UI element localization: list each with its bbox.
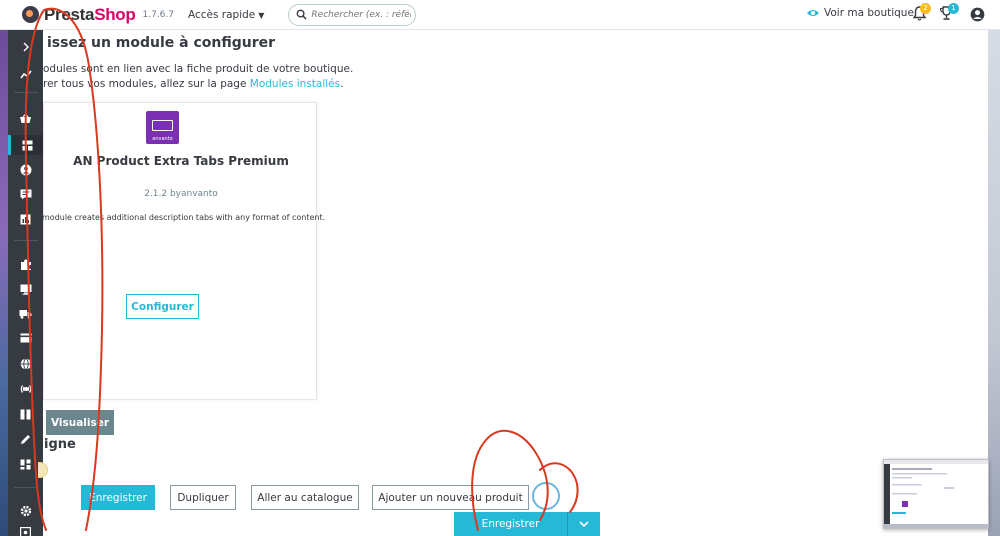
main-content: issez un module à configurer odules sont… bbox=[38, 30, 988, 536]
module-logo-text: anvanto bbox=[152, 136, 173, 142]
module-window-icon bbox=[152, 120, 173, 131]
sidebar-divider bbox=[14, 487, 38, 488]
quick-access-menu[interactable]: Accès rapide ▼ bbox=[188, 9, 264, 21]
version-label: 1.7.6.7 bbox=[142, 9, 174, 20]
sidebar-divider bbox=[14, 92, 38, 93]
logout-icon[interactable] bbox=[8, 522, 43, 536]
shop-parameters-icon[interactable] bbox=[8, 379, 43, 399]
customer-service-icon[interactable] bbox=[8, 184, 43, 204]
top-header: PrestaShop 1.7.6.7 Accès rapide▼ Voir ma… bbox=[0, 0, 1000, 30]
logo-text: PrestaShop bbox=[44, 4, 136, 24]
expand-icon[interactable] bbox=[8, 37, 43, 57]
section-heading: igne bbox=[44, 437, 76, 452]
catalog-icon[interactable] bbox=[8, 135, 43, 155]
notifications-badge: 2 bbox=[920, 3, 931, 14]
orders-button[interactable]: 1 bbox=[939, 3, 959, 25]
orders-basket-icon[interactable] bbox=[8, 108, 43, 128]
chevron-down-icon bbox=[579, 520, 589, 527]
advanced-parameters-icon[interactable] bbox=[8, 404, 43, 424]
page-title: issez un module à configurer bbox=[47, 35, 276, 51]
duplicate-button[interactable]: Dupliquer bbox=[170, 485, 236, 510]
notifications-button[interactable]: 2 bbox=[912, 3, 931, 25]
prestashop-bird-icon bbox=[22, 6, 39, 23]
module-logo: anvanto bbox=[146, 111, 179, 144]
caret-down-icon: ▼ bbox=[258, 10, 265, 20]
save-options-dropdown[interactable] bbox=[567, 512, 600, 536]
thumbnail-preview-image bbox=[884, 460, 988, 528]
sidebar bbox=[8, 30, 43, 536]
go-to-catalog-button[interactable]: Aller au catalogue bbox=[251, 485, 359, 510]
desktop-background-right bbox=[988, 30, 1000, 536]
save-button[interactable]: Enregistrer bbox=[81, 485, 155, 510]
search-icon bbox=[297, 9, 308, 20]
module-description: module creates additional description ta… bbox=[42, 213, 326, 222]
desktop-background-left bbox=[0, 30, 8, 536]
payment-card-icon[interactable] bbox=[8, 328, 43, 348]
module-name: AN Product Extra Tabs Premium bbox=[73, 154, 289, 168]
description-line-1: odules sont en lien avec la fiche produi… bbox=[43, 63, 354, 75]
module-version: 2.1.2 byanvanto bbox=[144, 189, 218, 199]
stats-icon[interactable] bbox=[8, 209, 43, 229]
screenshot-thumbnail[interactable] bbox=[883, 459, 989, 529]
user-account-icon bbox=[970, 7, 985, 22]
module-card: anvanto AN Product Extra Tabs Premium 2.… bbox=[42, 102, 325, 400]
search-box[interactable] bbox=[288, 3, 417, 26]
add-new-product-button[interactable]: Ajouter un nouveau produit bbox=[372, 485, 529, 510]
online-toggle[interactable] bbox=[38, 462, 48, 478]
shipping-truck-icon[interactable] bbox=[8, 304, 43, 324]
customers-icon[interactable] bbox=[8, 160, 43, 180]
account-button[interactable] bbox=[970, 7, 985, 26]
orders-badge: 1 bbox=[948, 3, 959, 14]
save-main-button[interactable]: Enregistrer bbox=[454, 512, 567, 536]
visualize-button[interactable]: Visualiser bbox=[46, 410, 114, 435]
dashboard-icon[interactable] bbox=[8, 64, 43, 84]
eye-icon bbox=[807, 10, 819, 16]
search-input[interactable] bbox=[311, 9, 412, 20]
view-shop-link[interactable]: Voir ma boutique bbox=[806, 7, 914, 19]
loading-spinner bbox=[532, 482, 560, 510]
design-monitor-icon[interactable] bbox=[8, 279, 43, 299]
installed-modules-link[interactable]: Modules installés bbox=[250, 78, 340, 90]
sidebar-divider bbox=[14, 240, 38, 241]
pencil-icon[interactable] bbox=[8, 429, 43, 449]
modules-puzzle-icon[interactable] bbox=[8, 255, 43, 275]
description-line-2: rer tous vos modules, allez sur la page … bbox=[43, 78, 344, 90]
international-globe-icon[interactable] bbox=[8, 354, 43, 374]
configure-button[interactable]: Configurer bbox=[126, 294, 199, 319]
prestashop-logo[interactable]: PrestaShop bbox=[22, 4, 136, 25]
settings-gear-icon[interactable] bbox=[8, 501, 43, 521]
